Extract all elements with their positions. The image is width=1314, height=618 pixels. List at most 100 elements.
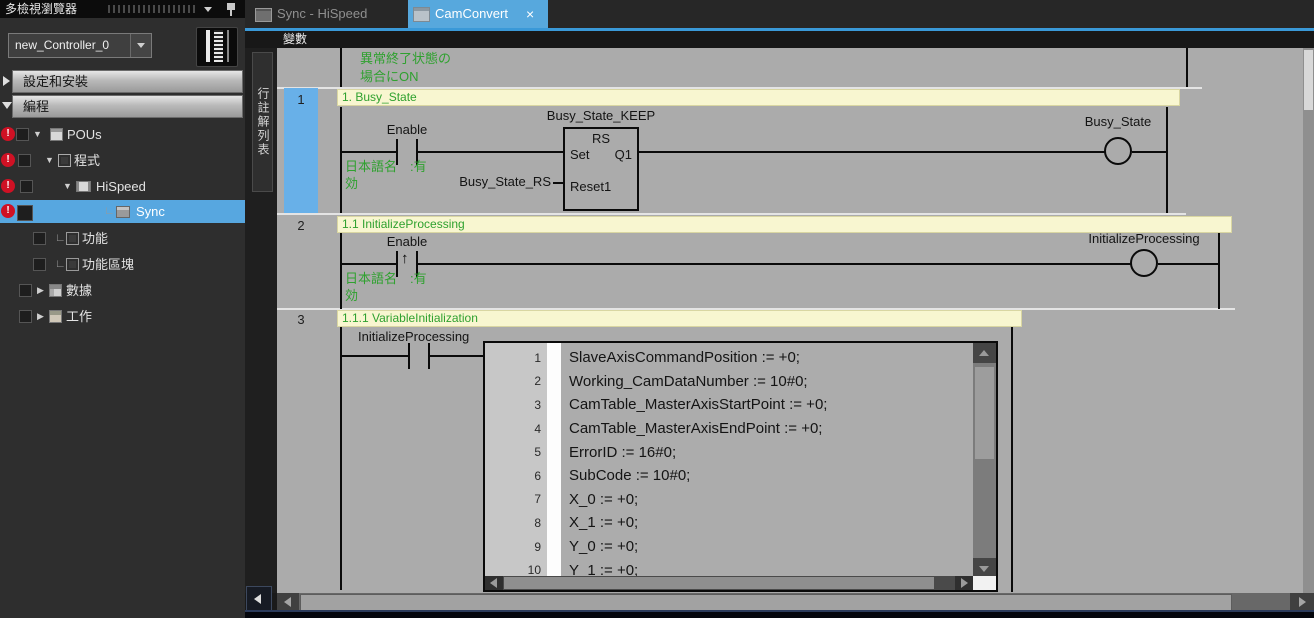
st-line[interactable]: 3CamTable_MasterAxisStartPoint := +0; [485, 393, 945, 417]
sidebar-item-hispeed[interactable]: ! ▼ HiSpeed [0, 176, 245, 197]
wire [341, 355, 409, 357]
scrollbar-thumb[interactable] [1304, 50, 1313, 110]
ladder-program-icon [76, 181, 91, 192]
error-badge: ! [1, 179, 15, 193]
status-strip [245, 610, 1314, 618]
sidebar-item-pous[interactable]: ! ▼ POUs [0, 124, 245, 145]
inline-st-editor[interactable]: 1SlaveAxisCommandPosition := +0; 2Workin… [483, 341, 998, 592]
scrollbar-thumb[interactable] [975, 367, 994, 459]
rs-q1-pin: Q1 [615, 147, 632, 162]
rung3-number[interactable]: 3 [284, 312, 318, 327]
contact-initialize-processing-label: InitializeProcessing [358, 329, 469, 344]
tree-expanded-icon[interactable]: ▼ [63, 176, 72, 197]
st-line[interactable]: 5ErrorID := 16#0; [485, 440, 945, 464]
sidebar-item-label: 功能區塊 [82, 254, 134, 275]
variables-bar[interactable]: 變數 [245, 31, 1314, 48]
tree-status-square [17, 205, 33, 221]
st-line[interactable]: 7X_0 := +0; [485, 488, 945, 512]
st-line-number: 6 [485, 469, 541, 483]
tree-collapsed-icon[interactable]: ▶ [37, 280, 44, 301]
sidebar-item-tasks[interactable]: ▶ 工作 [0, 306, 245, 327]
scrollbar-thumb[interactable] [300, 594, 1232, 611]
section-setup[interactable]: 設定和安裝 [12, 70, 243, 93]
rs-function-block[interactable]: RS Set Q1 Reset1 [563, 127, 639, 211]
chevron-down-icon[interactable] [204, 7, 212, 12]
tree-expanded-icon[interactable]: ▼ [33, 124, 42, 145]
tree-status-square [18, 154, 31, 167]
section-collapsed-icon[interactable] [3, 76, 10, 86]
tab-camconvert[interactable]: CamConvert × [408, 0, 548, 28]
scroll-left-button[interactable] [485, 576, 503, 590]
controller-select[interactable]: new_Controller_0 [8, 33, 152, 58]
rs-block-instance-label: Busy_State_KEEP [521, 108, 681, 123]
wire [1132, 151, 1168, 153]
st-line-number: 1 [485, 351, 541, 365]
st-line[interactable]: 1SlaveAxisCommandPosition := +0; [485, 346, 945, 370]
sidebar-item-programs[interactable]: ! ▼ 程式 [0, 150, 245, 171]
scroll-down-button[interactable] [973, 558, 996, 578]
rung0-comment[interactable]: 異常終了状態の 場合にON [360, 50, 451, 86]
function-block-group-icon [66, 258, 79, 271]
tree-status-square [20, 180, 33, 193]
tab-label: CamConvert [435, 0, 508, 28]
tree-collapsed-icon[interactable]: ▶ [37, 306, 44, 327]
coil-busy-state-label: Busy_State [1043, 114, 1193, 129]
vertical-scrollbar[interactable] [1303, 48, 1314, 593]
st-line[interactable]: 6SubCode := 10#0; [485, 464, 945, 488]
row-comment-list-label: 行註解列表 [256, 87, 270, 157]
pin-icon[interactable] [227, 3, 235, 10]
row-comment-list-tab[interactable]: 行註解列表 [252, 52, 273, 192]
tree-expanded-icon[interactable]: ▼ [45, 150, 54, 171]
sidebar-item-sync[interactable]: ! ∟ Sync [0, 200, 245, 223]
controller-device-icon [196, 27, 238, 67]
st-line[interactable]: 8X_1 := +0; [485, 511, 945, 535]
scroll-up-button[interactable] [973, 343, 996, 363]
st-line[interactable]: 9Y_0 := +0; [485, 535, 945, 559]
explorer-titlebar[interactable]: 多檢視瀏覽器 [0, 0, 245, 18]
tree-status-square [33, 232, 46, 245]
rung3-comment[interactable]: 1.1.1 VariableInitialization [337, 310, 1022, 327]
rung-separator [277, 213, 1186, 215]
st-line[interactable]: 4CamTable_MasterAxisEndPoint := +0; [485, 417, 945, 441]
rung1-comment-text: 1. Busy_State [342, 90, 417, 104]
close-icon[interactable]: × [526, 0, 534, 28]
section-expanded-icon[interactable] [2, 102, 12, 109]
contact-note: 日本語名 :有効 [345, 270, 439, 304]
rung2-number[interactable]: 2 [284, 218, 318, 233]
tab-sync-hispeed[interactable]: Sync - HiSpeed [253, 0, 403, 28]
st-line-number: 9 [485, 540, 541, 554]
contact-note: 日本語名 :有効 [345, 158, 439, 192]
rung1-comment[interactable]: 1. Busy_State [337, 89, 1180, 106]
scrollbar-thumb[interactable] [504, 577, 934, 589]
sidebar-item-label: 工作 [66, 306, 92, 327]
st-vertical-scrollbar[interactable] [973, 343, 996, 578]
st-code: CamTable_MasterAxisEndPoint := +0; [541, 420, 822, 437]
scroll-right-button[interactable] [955, 576, 973, 590]
st-code-area[interactable]: 1SlaveAxisCommandPosition := +0; 2Workin… [485, 346, 945, 582]
coil-busy-state[interactable] [1104, 137, 1132, 165]
contact-enable-label: Enable [367, 234, 447, 249]
wire [340, 233, 342, 309]
st-code: ErrorID := 16#0; [541, 444, 676, 461]
sync-section-icon [116, 206, 130, 218]
st-line-number: 4 [485, 422, 541, 436]
sidebar-item-functions[interactable]: ∟ 功能 [0, 228, 245, 249]
rung1-number[interactable]: 1 [284, 92, 318, 107]
wire [553, 182, 564, 184]
sidebar-item-label: 程式 [74, 150, 100, 171]
collapse-panel-button[interactable] [246, 586, 272, 612]
contact-bar[interactable] [408, 343, 410, 369]
controller-select-arrow[interactable] [130, 34, 151, 57]
st-horizontal-scrollbar[interactable] [485, 576, 973, 590]
chevron-down-icon [137, 43, 145, 48]
tab-bar: Sync - HiSpeed CamConvert × [245, 0, 1314, 28]
wire [639, 151, 1105, 153]
reset-variable-label[interactable]: Busy_State_RS [443, 174, 551, 189]
section-programming[interactable]: 編程 [12, 95, 243, 118]
sidebar-item-data[interactable]: ▶ 數據 [0, 280, 245, 301]
st-line[interactable]: 2Working_CamDataNumber := 10#0; [485, 370, 945, 394]
sidebar-item-function-blocks[interactable]: ∟ 功能區塊 [0, 254, 245, 275]
coil-initialize-processing[interactable] [1130, 249, 1158, 277]
controller-name: new_Controller_0 [15, 38, 109, 52]
wire [341, 263, 397, 265]
